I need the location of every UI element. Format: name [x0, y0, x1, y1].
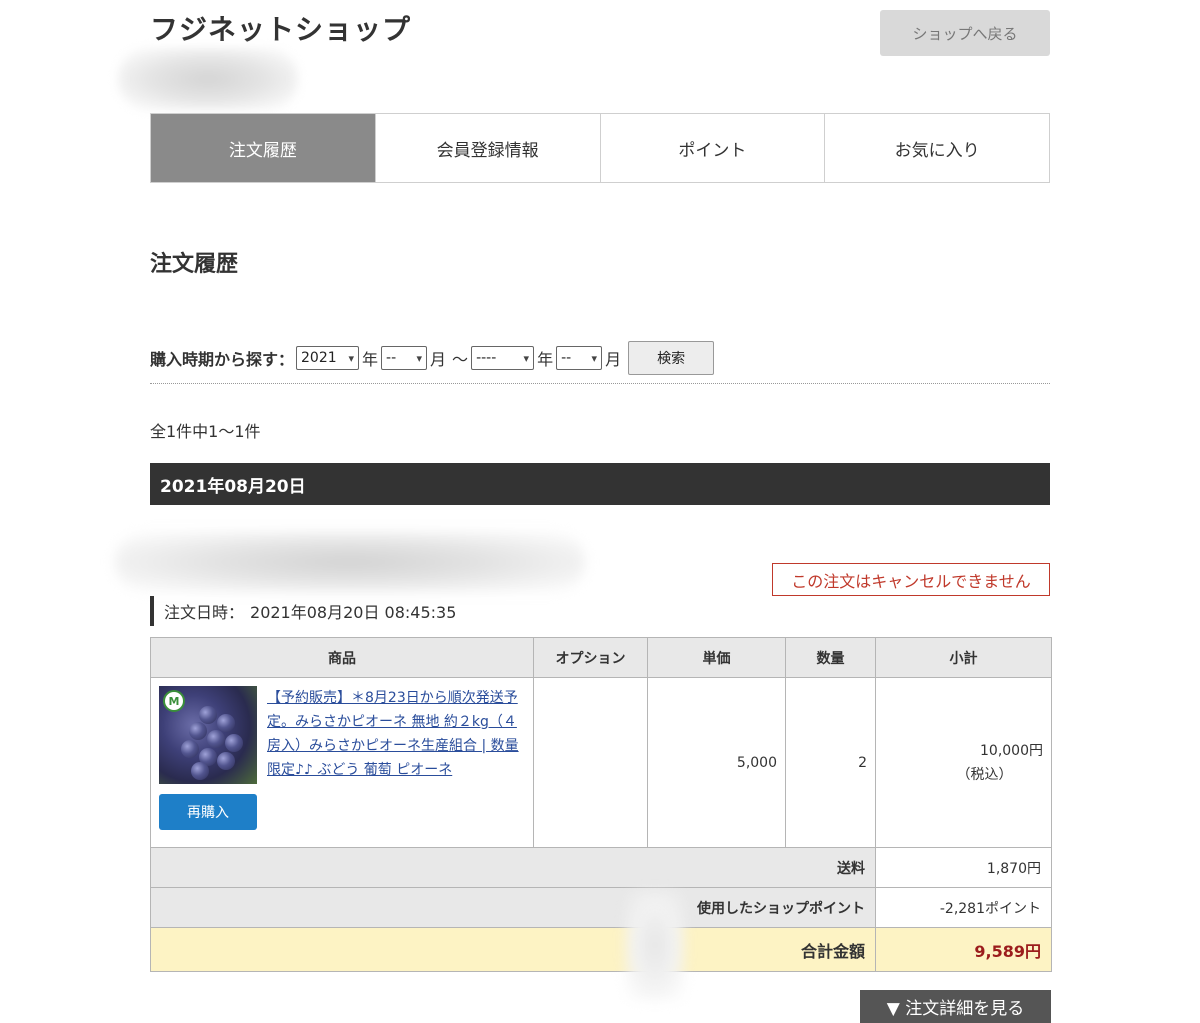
- points-row: 使用したショップポイント -2,281ポイント: [150, 887, 1052, 928]
- chevron-down-icon: ▾: [416, 351, 423, 365]
- chevron-down-icon: ▾: [523, 351, 530, 365]
- month-unit: 月: [430, 350, 447, 369]
- total-row: 合計金額 9,589円: [150, 927, 1052, 972]
- subtotal-value: 10,000円: [980, 742, 1043, 759]
- product-cell: M 再購入 【予約販売】＊8月23日から順次発送予定。みらさかピオーネ 無地 約…: [150, 677, 534, 848]
- order-time-value: 2021年08月20日 08:45:35: [250, 603, 457, 622]
- year-unit: 年: [362, 350, 379, 369]
- from-month-select[interactable]: -- ▾: [381, 346, 428, 370]
- month-unit: 月: [605, 350, 622, 369]
- result-count: 全1件中1〜1件: [150, 422, 261, 441]
- table-header-row: 商品 オプション 単価 数量 小計: [150, 637, 1052, 678]
- cancel-unavailable-notice: この注文はキャンセルできません: [772, 563, 1050, 596]
- order-table: 商品 オプション 単価 数量 小計 M 再購入 【予約販売】＊8月23日から順次…: [150, 637, 1052, 972]
- to-year-select[interactable]: ---- ▾: [471, 346, 535, 370]
- shop-title: フジネットショップ: [150, 13, 412, 46]
- order-history-page: フジネットショップ ショップへ戻る 注文履歴 会員登録情報 ポイント お気に入り…: [0, 0, 1200, 1023]
- producer-logo-icon: M: [163, 690, 185, 712]
- account-tabs: 注文履歴 会員登録情報 ポイント お気に入り: [150, 113, 1050, 183]
- points-label: 使用したショップポイント: [150, 887, 876, 928]
- blurred-area: [625, 890, 685, 1000]
- divider: [150, 383, 1050, 384]
- shipping-value: 1,870円: [875, 847, 1052, 888]
- column-header-option: オプション: [533, 637, 648, 678]
- to-month-select[interactable]: -- ▾: [556, 346, 603, 370]
- order-datetime: 注文日時： 2021年08月20日 08:45:35: [150, 596, 456, 626]
- column-header-unit-price: 単価: [647, 637, 786, 678]
- tab-favorites[interactable]: お気に入り: [824, 114, 1049, 182]
- grape-product-image[interactable]: M: [159, 686, 257, 784]
- blurred-order-info: [115, 532, 585, 592]
- from-year-select[interactable]: 2021 ▾: [296, 346, 360, 370]
- tax-note: （税込）: [956, 766, 1013, 783]
- product-link[interactable]: 【予約販売】＊8月23日から順次発送予定。みらさかピオーネ 無地 約２kg（４房…: [267, 686, 525, 830]
- order-time-label: 注文日時：: [164, 603, 245, 622]
- view-order-details-button[interactable]: ▼ 注文詳細を見る: [860, 990, 1051, 1023]
- search-button[interactable]: 検索: [628, 341, 715, 375]
- shipping-row: 送料 1,870円: [150, 847, 1052, 888]
- subtotal-cell: 10,000円 （税込）: [875, 677, 1052, 848]
- blurred-user-name: [118, 48, 298, 110]
- tab-points[interactable]: ポイント: [599, 114, 825, 182]
- total-label: 合計金額: [150, 927, 876, 972]
- column-header-product: 商品: [150, 637, 534, 678]
- chevron-down-icon: ▾: [591, 351, 598, 365]
- total-value: 9,589円: [875, 927, 1052, 972]
- year-unit: 年: [537, 350, 554, 369]
- search-label: 購入時期から探す：: [150, 350, 295, 369]
- column-header-quantity: 数量: [785, 637, 876, 678]
- period-search: 購入時期から探す： 2021 ▾ 年 -- ▾ 月 〜 ---- ▾ 年 -- …: [150, 340, 1050, 376]
- tab-order-history[interactable]: 注文履歴: [151, 114, 375, 182]
- points-value: -2,281ポイント: [875, 887, 1052, 928]
- unit-price-cell: 5,000: [647, 677, 786, 848]
- chevron-down-icon: ▾: [348, 351, 355, 365]
- order-date-header: 2021年08月20日: [150, 463, 1050, 505]
- to-month-value: --: [561, 350, 572, 366]
- range-separator: 〜: [452, 350, 469, 369]
- from-month-value: --: [386, 350, 397, 366]
- tab-member-info[interactable]: 会員登録情報: [374, 114, 600, 182]
- back-to-shop-button[interactable]: ショップへ戻る: [880, 10, 1050, 56]
- option-cell: [533, 677, 648, 848]
- table-row: M 再購入 【予約販売】＊8月23日から順次発送予定。みらさかピオーネ 無地 約…: [150, 677, 1052, 848]
- shipping-label: 送料: [150, 847, 876, 888]
- page-title: 注文履歴: [150, 252, 239, 277]
- from-year-value: 2021: [301, 350, 337, 366]
- to-year-value: ----: [476, 350, 497, 366]
- quantity-cell: 2: [785, 677, 876, 848]
- column-header-subtotal: 小計: [875, 637, 1052, 678]
- rebuy-button[interactable]: 再購入: [159, 794, 257, 830]
